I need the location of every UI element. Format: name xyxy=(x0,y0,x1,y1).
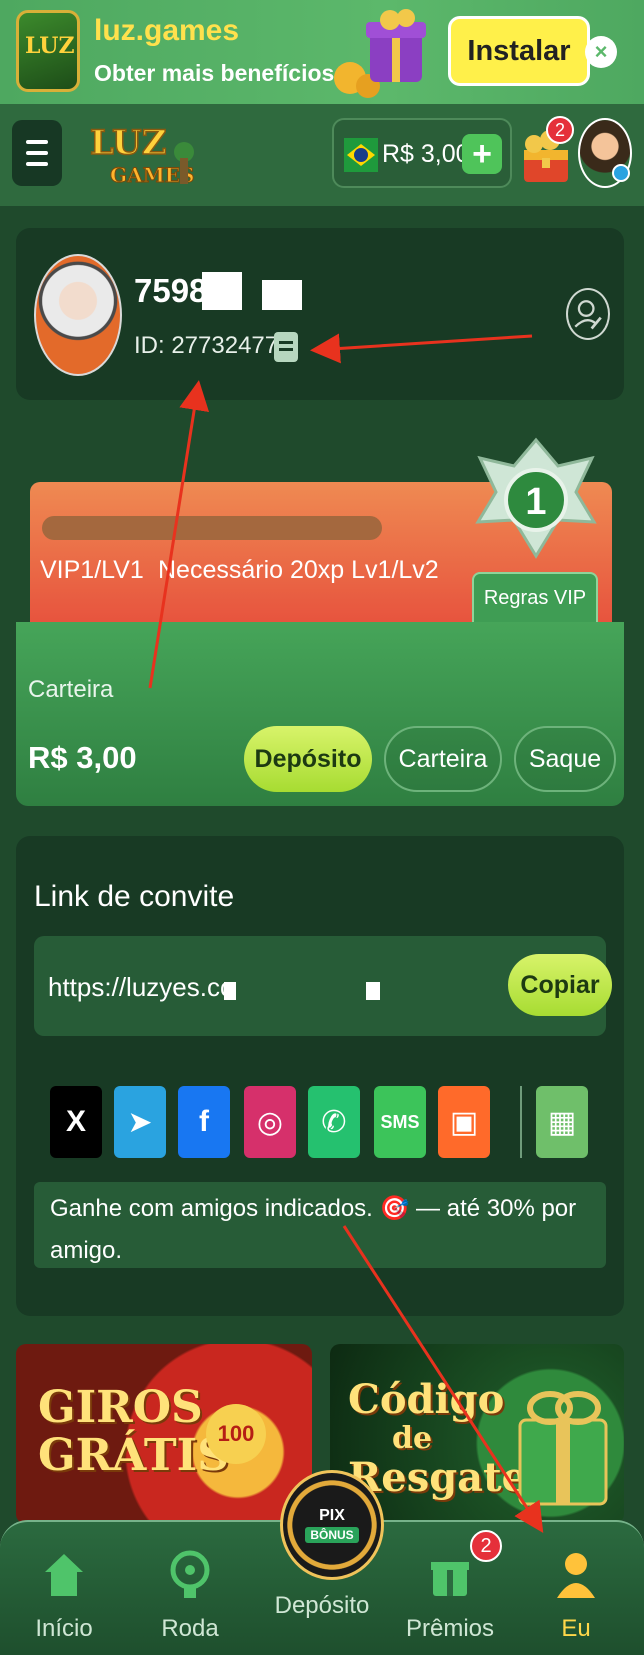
vip-progress-bar xyxy=(42,516,382,540)
copy-id-icon[interactable] xyxy=(274,332,298,362)
gift-icon xyxy=(431,1562,469,1596)
redaction-block xyxy=(262,280,302,310)
kwai-icon[interactable]: ▣ xyxy=(438,1086,490,1158)
banner-title: luz.games xyxy=(94,14,240,47)
pix-bonus-button[interactable]: PIX BÔNUS xyxy=(280,1470,384,1580)
app-logo-text: LUZ xyxy=(25,33,75,59)
withdraw-button[interactable]: Saque xyxy=(514,726,616,792)
app-logo: LUZ xyxy=(16,10,80,92)
close-banner-button[interactable]: × xyxy=(585,36,617,68)
wallet-amount: R$ 3,00 xyxy=(28,740,137,775)
share-divider xyxy=(520,1086,522,1158)
bonus-label: BÔNUS xyxy=(305,1527,359,1543)
promo-right-line1: Código xyxy=(348,1376,505,1423)
rewards-badge: 2 xyxy=(546,116,574,144)
logo-word-luz: LUZ xyxy=(90,123,167,163)
nav-deposit-label: Depósito xyxy=(274,1592,370,1619)
luz-games-logo[interactable]: LUZ GAMES xyxy=(88,118,198,192)
install-button[interactable]: Instalar xyxy=(448,16,590,86)
top-header: LUZ GAMES R$ 3,00 + 2 xyxy=(0,104,644,206)
vip-badge-number: 1 xyxy=(525,481,546,523)
facebook-icon[interactable]: f xyxy=(178,1086,230,1158)
redaction-block xyxy=(202,272,242,310)
whatsapp-icon[interactable]: ✆ xyxy=(308,1086,360,1158)
invite-panel: Link de convite https://luzyes.co Copiar… xyxy=(16,836,624,1316)
deposit-button[interactable]: Depósito xyxy=(244,726,372,792)
promo-left-line1: GIROS xyxy=(38,1382,203,1433)
banner-subtitle: Obter mais benefícios xyxy=(94,60,335,86)
invite-link-box: https://luzyes.co Copiar xyxy=(34,936,612,1036)
nav-deposit[interactable]: Depósito xyxy=(262,1582,382,1620)
x-icon[interactable]: X xyxy=(50,1086,102,1158)
nav-wheel[interactable]: Roda xyxy=(130,1550,250,1643)
menu-button[interactable] xyxy=(12,120,62,186)
vip-rules-button[interactable]: Regras VIP xyxy=(472,572,598,624)
promo-right-line3: Resgate xyxy=(348,1454,528,1501)
nav-me-label: Eu xyxy=(561,1615,591,1642)
nav-home-label: Início xyxy=(35,1615,93,1642)
prizes-badge: 2 xyxy=(470,1530,502,1562)
wheel-icon xyxy=(170,1550,210,1598)
balance-box[interactable]: R$ 3,00 + xyxy=(332,118,512,188)
wallet-button[interactable]: Carteira xyxy=(384,726,502,792)
add-funds-button[interactable]: + xyxy=(462,134,502,174)
header-balance: R$ 3,00 xyxy=(382,140,470,168)
menu-icon xyxy=(26,140,48,144)
promo-right-line2: de xyxy=(392,1421,433,1456)
copy-link-button[interactable]: Copiar xyxy=(508,954,612,1016)
vip-level: VIP1/LV1 xyxy=(40,556,144,584)
home-icon xyxy=(45,1554,83,1596)
user-icon xyxy=(557,1553,595,1598)
wallet-panel: Carteira R$ 3,00 Depósito Carteira Saque xyxy=(16,622,624,806)
invite-title: Link de convite xyxy=(34,880,235,913)
vip-level-badge-icon: 1 xyxy=(475,437,597,559)
nav-me[interactable]: Eu xyxy=(516,1550,636,1643)
pix-label: PIX xyxy=(319,1507,345,1524)
nav-home[interactable]: Início xyxy=(4,1550,124,1643)
invite-note: Ganhe com amigos indicados. 🎯 — até 30% … xyxy=(34,1182,606,1268)
gift-box-icon xyxy=(518,1391,608,1506)
profile-card: 75988 ID: 27732477 xyxy=(16,228,624,400)
nav-prizes-label: Prêmios xyxy=(405,1615,495,1642)
telegram-icon xyxy=(612,164,630,182)
more-apps-icon[interactable]: ▦ xyxy=(536,1086,588,1158)
sms-icon[interactable]: SMS xyxy=(374,1086,426,1158)
free-spins-promo[interactable]: GIROS GRÁTIS 100 xyxy=(16,1344,312,1524)
profile-id: ID: 27732477 xyxy=(134,332,279,359)
promo-left-line2: GRÁTIS xyxy=(38,1430,229,1481)
wheel-center: 100 xyxy=(206,1404,266,1464)
profile-avatar xyxy=(34,254,122,376)
wallet-label: Carteira xyxy=(28,676,114,703)
telegram-icon[interactable]: ➤ xyxy=(114,1086,166,1158)
edit-profile-icon[interactable] xyxy=(566,288,610,340)
nav-prizes[interactable]: Prêmios xyxy=(390,1550,510,1643)
redaction-block xyxy=(224,982,236,1000)
instagram-icon[interactable]: ◎ xyxy=(244,1086,296,1158)
nav-wheel-label: Roda xyxy=(161,1615,219,1642)
vip-requirement: Necessário 20xp Lv1/Lv2 xyxy=(158,556,439,584)
install-banner: LUZ luz.games Obter mais benefícios Inst… xyxy=(0,0,644,104)
invite-link: https://luzyes.co xyxy=(48,972,235,1002)
brazil-flag-icon xyxy=(344,138,378,172)
redaction-block xyxy=(366,982,380,1000)
gift-coins-icon xyxy=(334,9,426,98)
